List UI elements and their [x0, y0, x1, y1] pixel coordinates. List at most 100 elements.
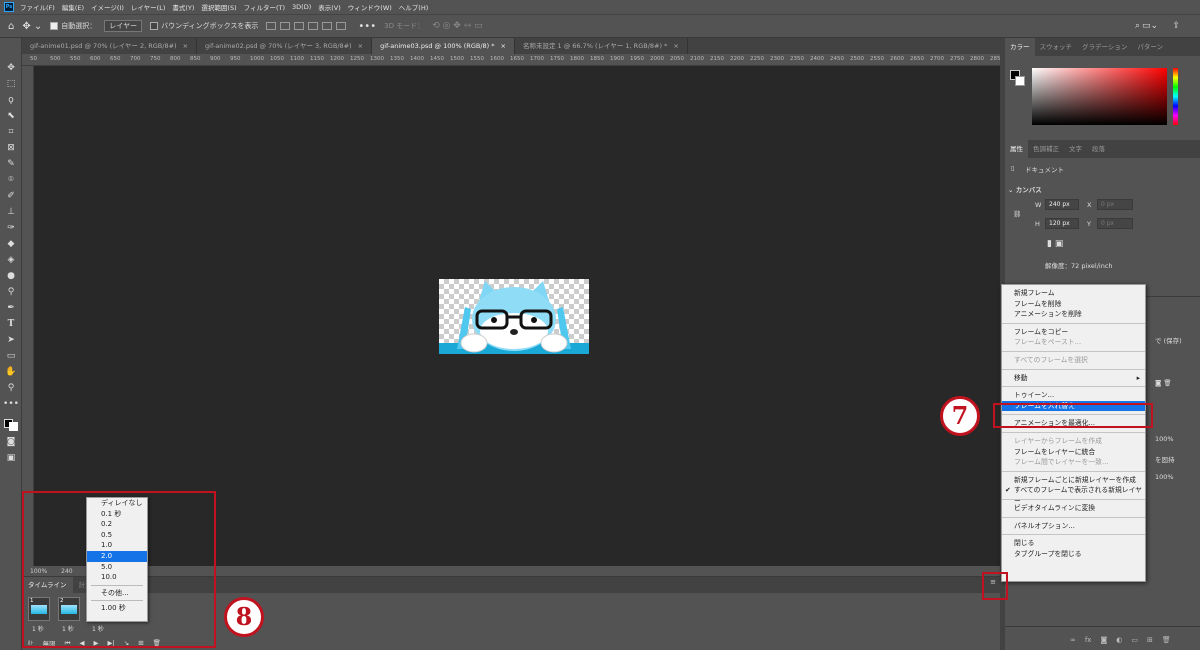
align-center-icon[interactable] [280, 22, 291, 30]
y-input[interactable]: 0 px [1097, 218, 1133, 229]
search-icon[interactable]: ⌕ [1135, 21, 1140, 31]
share-icon[interactable]: ⇪ [1172, 21, 1180, 31]
layer-style-icon[interactable]: fx [1085, 636, 1092, 644]
menu-type[interactable]: 書式(Y) [172, 2, 194, 12]
panel-menu-item[interactable]: タブグループを閉じる [1002, 549, 1145, 560]
close-tab-icon[interactable]: × [358, 42, 363, 50]
tab-adjustments[interactable]: 色調補正 [1028, 140, 1064, 158]
panel-menu-item[interactable]: 移動 ▸ [1002, 373, 1145, 384]
panel-menu-item[interactable]: 閉じる [1002, 538, 1145, 549]
edit-toolbar-icon[interactable]: ••• [0, 396, 22, 412]
paint-bucket-tool-icon[interactable]: ◈ [0, 252, 22, 268]
stamp-tool-icon[interactable]: ⊥ [0, 204, 22, 220]
dodge-tool-icon[interactable]: ⚲ [0, 284, 22, 300]
tab-patterns[interactable]: パターン [1132, 38, 1168, 56]
tab-gradients[interactable]: グラデーション [1077, 38, 1132, 56]
panel-menu-item[interactable]: フレームを削除 [1002, 299, 1145, 310]
x-input[interactable]: 0 px [1097, 199, 1133, 210]
menu-layer[interactable]: レイヤー(L) [131, 2, 166, 12]
workspace-icon[interactable]: ▭⌄ [1142, 21, 1158, 31]
new-layer-icon[interactable]: ⊞ [1147, 636, 1153, 644]
align-right-icon[interactable] [294, 22, 305, 30]
tab-character[interactable]: 文字 [1064, 140, 1087, 158]
menu-edit[interactable]: 編集(E) [62, 2, 84, 12]
align-left-icon[interactable] [266, 22, 277, 30]
align-icons[interactable] [266, 22, 350, 30]
auto-select-dropdown[interactable]: レイヤー [104, 20, 143, 32]
orientation-icons[interactable]: ▮ ▣ [1047, 239, 1063, 249]
shape-tool-icon[interactable]: ▭ [0, 348, 22, 364]
panel-menu-item[interactable]: アニメーションを削除 [1002, 309, 1145, 320]
menu-filter[interactable]: フィルター(T) [244, 2, 285, 12]
height-input[interactable]: 120 px [1045, 218, 1079, 229]
history-brush-tool-icon[interactable]: ✑ [0, 220, 22, 236]
panel-menu-item[interactable]: ✔ すべてのフレームで表示される新規レイヤー [1002, 485, 1145, 505]
document-image[interactable] [439, 279, 589, 354]
eraser-tool-icon[interactable]: ◆ [0, 236, 22, 252]
home-icon[interactable]: ⌂ [8, 21, 14, 32]
menu-select[interactable]: 選択範囲(S) [201, 2, 236, 12]
add-mask-icon[interactable]: ◙ [1100, 636, 1107, 644]
tab-gif-anime02[interactable]: gif-anime02.psd @ 70% (レイヤー 3, RGB/8#) × [197, 38, 373, 54]
menu-image[interactable]: イメージ(I) [91, 2, 124, 12]
menu-help[interactable]: ヘルプ(H) [399, 2, 428, 12]
panel-menu-item[interactable]: 新規フレーム [1002, 288, 1145, 299]
hand-tool-icon[interactable]: ✋ [0, 364, 22, 380]
panel-menu-item[interactable]: トゥイーン... [1002, 390, 1145, 401]
photoshop-logo-icon[interactable]: Ps [4, 2, 14, 12]
new-group-icon[interactable]: ▭ [1131, 636, 1138, 644]
tab-color[interactable]: カラー [1005, 38, 1035, 56]
pen-tool-icon[interactable]: ✒ [0, 300, 22, 316]
menu-file[interactable]: ファイル(F) [20, 2, 55, 12]
menu-window[interactable]: ウィンドウ(W) [348, 2, 392, 12]
move-tool-icon[interactable]: ✥ ⌄ [22, 21, 42, 32]
tab-properties[interactable]: 属性 [1005, 140, 1028, 158]
screen-mode-icon[interactable]: ▣ [0, 450, 22, 466]
background-color-swatch[interactable] [1015, 76, 1025, 86]
camera-icon[interactable]: ◙ 🗑 [1155, 379, 1172, 387]
align-middle-icon[interactable] [322, 22, 333, 30]
frame-tool-icon[interactable]: ⊠ [0, 140, 22, 156]
lasso-tool-icon[interactable]: ϙ [0, 92, 22, 108]
tab-gif-anime03[interactable]: gif-anime03.psd @ 100% (RGB/8) * × [372, 38, 515, 54]
eyedropper-tool-icon[interactable]: ✎ [0, 156, 22, 172]
hue-slider[interactable] [1173, 68, 1178, 125]
quick-select-tool-icon[interactable]: ⬉ [0, 108, 22, 124]
path-select-tool-icon[interactable]: ➤ [0, 332, 22, 348]
close-tab-icon[interactable]: × [673, 42, 678, 50]
panel-menu-item[interactable]: パネルオプション... [1002, 521, 1145, 532]
menu-view[interactable]: 表示(V) [318, 2, 341, 12]
panel-menu-item[interactable]: ビデオタイムラインに変換 [1002, 503, 1145, 514]
bounding-box-checkbox[interactable]: バウンディングボックスを表示 [150, 21, 258, 31]
panel-menu-item[interactable]: フレームをレイヤーに統合 [1002, 447, 1145, 458]
tab-untitled-1[interactable]: 名称未設定 1 @ 66.7% (レイヤー 1, RGB/8#) * × [515, 38, 688, 54]
panel-menu-item[interactable]: 新規フレームごとに新規レイヤーを作成 [1002, 475, 1145, 486]
zoom-tool-icon[interactable]: ⚲ [0, 380, 22, 396]
marquee-tool-icon[interactable]: ⬚ [0, 76, 22, 92]
align-top-icon[interactable] [308, 22, 319, 30]
brush-tool-icon[interactable]: ✐ [0, 188, 22, 204]
tab-paragraph[interactable]: 段落 [1087, 140, 1110, 158]
delete-layer-icon[interactable]: 🗑 [1162, 636, 1171, 644]
tab-gif-anime01[interactable]: gif-anime01.psd @ 70% (レイヤー 2, RGB/8#) × [22, 38, 198, 54]
link-icon[interactable]: ⛓ [1013, 210, 1021, 218]
close-tab-icon[interactable]: × [183, 42, 188, 50]
more-options-icon[interactable]: ••• [358, 21, 376, 32]
adjustment-layer-icon[interactable]: ◐ [1116, 636, 1122, 644]
align-bottom-icon[interactable] [336, 22, 347, 30]
quick-mask-icon[interactable]: ◙ [0, 434, 22, 450]
auto-select-checkbox[interactable]: 自動選択： [50, 21, 96, 31]
move-tool-icon[interactable]: ✥ [0, 60, 22, 76]
menu-3d[interactable]: 3D(D) [292, 3, 311, 11]
width-input[interactable]: 240 px [1045, 199, 1079, 210]
crop-tool-icon[interactable]: ⌗ [0, 124, 22, 140]
foreground-background-colors-icon[interactable] [0, 412, 22, 434]
close-tab-icon[interactable]: × [501, 42, 506, 50]
tab-swatches[interactable]: スウォッチ [1035, 38, 1078, 56]
type-tool-icon[interactable]: T [0, 316, 22, 332]
link-layers-icon[interactable]: ∞ [1070, 636, 1076, 644]
color-picker-field[interactable] [1032, 68, 1167, 125]
healing-brush-tool-icon[interactable]: ⌾ [0, 172, 22, 188]
panel-menu-item[interactable]: フレームをコピー [1002, 327, 1145, 338]
canvas-section-header[interactable]: ⌄ カンバス [1008, 184, 1042, 194]
